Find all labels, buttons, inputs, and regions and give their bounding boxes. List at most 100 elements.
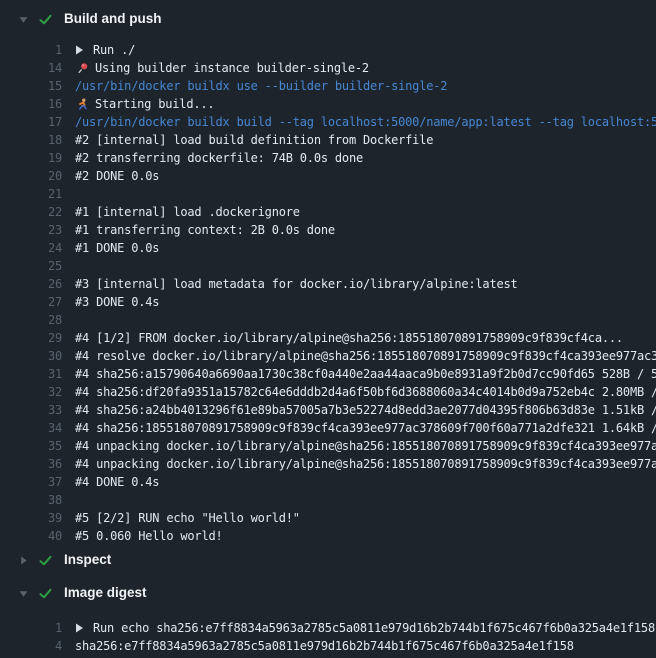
line-number[interactable]: 31	[0, 365, 62, 383]
line-number[interactable]: 25	[0, 257, 62, 275]
line-number[interactable]: 33	[0, 401, 62, 419]
line-number[interactable]: 37	[0, 473, 62, 491]
line-number[interactable]: 16	[0, 95, 62, 113]
line-text: #4 unpacking docker.io/library/alpine@sh…	[75, 455, 656, 473]
line-number[interactable]: 29	[0, 329, 62, 347]
line-content: #4 sha256:df20fa9351a15782c64e6dddb2d4a6…	[75, 383, 656, 401]
line-content: #5 0.060 Hello world!	[75, 527, 223, 545]
section-header-build-and-push[interactable]: Build and push	[0, 6, 656, 32]
line-number[interactable]: 1	[0, 41, 62, 59]
section-lines: 1 Run echo sha256:e7ff8834a5963a2785c5a08…	[0, 619, 656, 655]
check-icon	[38, 553, 53, 568]
chevron-down-icon	[17, 587, 30, 600]
line-text: #2 DONE 0.0s	[75, 167, 159, 185]
log-line: 20 #2 DONE 0.0s	[0, 167, 656, 185]
line-text: /usr/bin/docker buildx build --tag local…	[75, 113, 656, 131]
log-line: 26 #3 [internal] load metadata for docker…	[0, 275, 656, 293]
log-line: 16 Starting build...	[0, 95, 656, 113]
log-line: 22 #1 [internal] load .dockerignore	[0, 203, 656, 221]
line-text: #4 DONE 0.4s	[75, 473, 159, 491]
line-text: #3 DONE 0.4s	[75, 293, 159, 311]
log-line: 29 #4 [1/2] FROM docker.io/library/alpine…	[0, 329, 656, 347]
section-label: Image digest	[64, 584, 147, 602]
expander-icon[interactable]	[75, 623, 84, 633]
section-lines: 1 Run ./ 14 Using builder instance builder-…	[0, 41, 656, 545]
line-content: #5 [2/2] RUN echo "Hello world!"	[75, 509, 300, 527]
line-text: Run ./	[75, 41, 135, 59]
line-number[interactable]: 38	[0, 491, 62, 509]
line-number[interactable]: 4	[0, 637, 62, 655]
line-number[interactable]: 22	[0, 203, 62, 221]
line-content: #4 resolve docker.io/library/alpine@sha2…	[75, 347, 656, 365]
line-text: Starting build...	[75, 95, 214, 113]
log-line: 21	[0, 185, 656, 203]
line-number[interactable]: 40	[0, 527, 62, 545]
line-number[interactable]: 18	[0, 131, 62, 149]
log-line: 24 #1 DONE 0.0s	[0, 239, 656, 257]
section-header-image-digest[interactable]: Image digest	[0, 580, 656, 606]
log-line: 27 #3 DONE 0.4s	[0, 293, 656, 311]
log-line: 23 #1 transferring context: 2B 0.0s done	[0, 221, 656, 239]
line-content: sha256:e7ff8834a5963a2785c5a0811e979d16b…	[75, 637, 574, 655]
line-number[interactable]: 20	[0, 167, 62, 185]
line-content: #1 transferring context: 2B 0.0s done	[75, 221, 335, 239]
section-build-and-push: Build and push1 Run ./ 14 Using builder ins…	[0, 6, 656, 545]
line-content: #2 DONE 0.0s	[75, 167, 159, 185]
line-number[interactable]: 26	[0, 275, 62, 293]
line-number[interactable]: 28	[0, 311, 62, 329]
line-number[interactable]: 17	[0, 113, 62, 131]
line-text: #4 resolve docker.io/library/alpine@sha2…	[75, 347, 656, 365]
log-line: 1 Run ./	[0, 41, 656, 59]
line-text: Using builder instance builder-single-2	[75, 59, 369, 77]
line-content: #1 DONE 0.0s	[75, 239, 159, 257]
line-number[interactable]: 35	[0, 437, 62, 455]
line-number[interactable]: 15	[0, 77, 62, 95]
runner-icon	[75, 97, 89, 111]
line-number[interactable]: 19	[0, 149, 62, 167]
line-number[interactable]: 27	[0, 293, 62, 311]
log-line: 28	[0, 311, 656, 329]
log-line: 14 Using builder instance builder-single-…	[0, 59, 656, 77]
line-number[interactable]: 1	[0, 619, 62, 637]
line-number[interactable]: 24	[0, 239, 62, 257]
line-number[interactable]: 32	[0, 383, 62, 401]
line-content: #4 [1/2] FROM docker.io/library/alpine@s…	[75, 329, 623, 347]
section-header-inspect[interactable]: Inspect	[0, 547, 656, 573]
section-inspect: Inspect	[0, 547, 656, 573]
check-icon	[38, 12, 53, 27]
line-text: Run echo sha256:e7ff8834a5963a2785c5a081…	[75, 619, 655, 637]
section-label: Build and push	[64, 10, 162, 28]
log-line: 17/usr/bin/docker buildx build --tag loc…	[0, 113, 656, 131]
line-text: #2 [internal] load build definition from…	[75, 131, 433, 149]
line-text: sha256:e7ff8834a5963a2785c5a0811e979d16b…	[75, 637, 574, 655]
line-number[interactable]: 14	[0, 59, 62, 77]
log-line: 4 sha256:e7ff8834a5963a2785c5a0811e979d16…	[0, 637, 656, 655]
log-viewer: Build and push1Run ./14Using builder ins…	[0, 0, 656, 658]
log-line: 35 #4 unpacking docker.io/library/alpine@…	[0, 437, 656, 455]
line-text: #1 transferring context: 2B 0.0s done	[75, 221, 335, 239]
line-number[interactable]: 30	[0, 347, 62, 365]
line-number[interactable]: 23	[0, 221, 62, 239]
line-text: #3 [internal] load metadata for docker.i…	[75, 275, 518, 293]
line-number[interactable]: 34	[0, 419, 62, 437]
log-line: 36 #4 unpacking docker.io/library/alpine@…	[0, 455, 656, 473]
line-text: #4 sha256:185518070891758909c9f839cf4ca3…	[75, 419, 656, 437]
log-line: 18 #2 [internal] load build definition fr…	[0, 131, 656, 149]
line-content: #4 sha256:a15790640a6690aa1730c38cf0a440…	[75, 365, 656, 383]
line-text: #4 [1/2] FROM docker.io/library/alpine@s…	[75, 329, 623, 347]
log-line: 34 #4 sha256:185518070891758909c9f839cf4c…	[0, 419, 656, 437]
line-number[interactable]: 39	[0, 509, 62, 527]
line-text: #1 [internal] load .dockerignore	[75, 203, 300, 221]
line-number[interactable]: 36	[0, 455, 62, 473]
pushpin-icon	[75, 61, 89, 75]
line-text: #1 DONE 0.0s	[75, 239, 159, 257]
log-line: 30 #4 resolve docker.io/library/alpine@sh…	[0, 347, 656, 365]
line-content: #4 sha256:a24bb4013296f61e89ba57005a7b3e…	[75, 401, 656, 419]
line-content: /usr/bin/docker buildx use --builder bui…	[75, 77, 447, 95]
check-icon	[38, 586, 53, 601]
line-content: Run echo sha256:e7ff8834a5963a2785c5a081…	[93, 619, 655, 637]
expander-icon[interactable]	[75, 45, 84, 55]
line-number[interactable]: 21	[0, 185, 62, 203]
log-line: 38	[0, 491, 656, 509]
line-text: #4 unpacking docker.io/library/alpine@sh…	[75, 437, 656, 455]
